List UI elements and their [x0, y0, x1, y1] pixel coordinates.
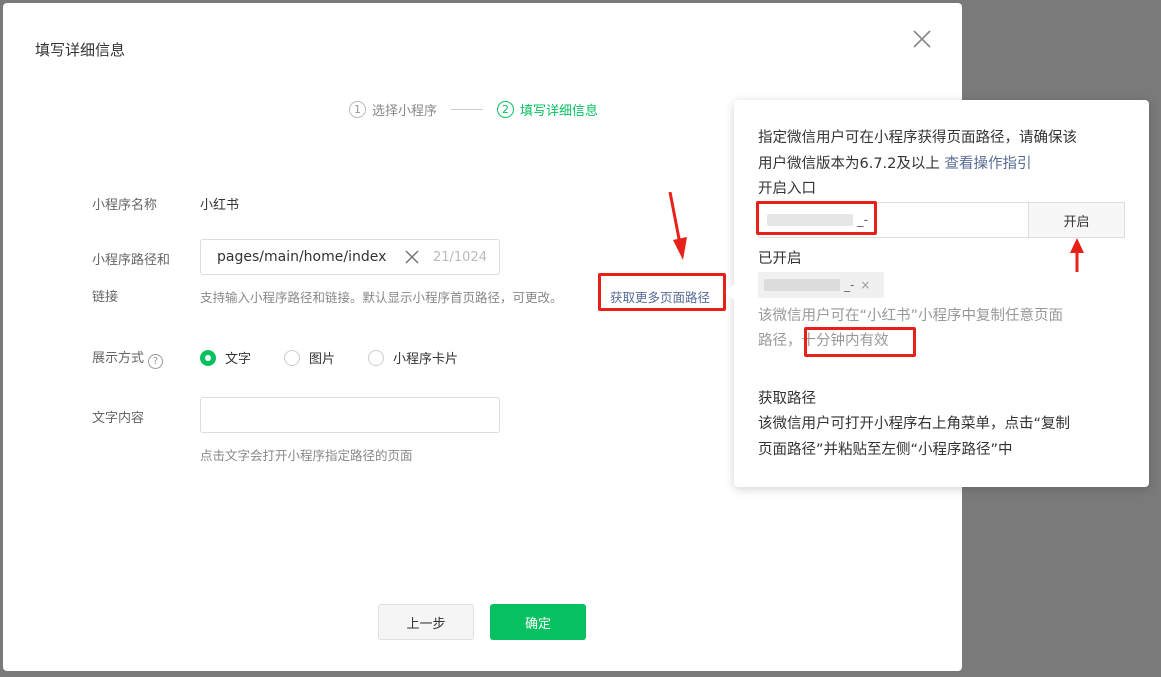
name-value: 小红书 [200, 198, 240, 213]
name-label: 小程序名称 [92, 198, 158, 213]
annotation-box-more-paths [598, 273, 726, 311]
annotation-arrow-up-icon [1070, 238, 1084, 272]
radio-image-label: 图片 [309, 352, 336, 367]
path-input-value: pages/main/home/index [217, 249, 387, 265]
radio-text[interactable]: 文字 [200, 348, 251, 367]
get-path-line2: 页面路径”并粘贴至左侧“小程序路径”中 [758, 442, 1013, 458]
step-fill-details: 2 填写详细信息 [497, 100, 598, 119]
open-button[interactable]: 开启 [1028, 202, 1125, 238]
prev-step-button[interactable]: 上一步 [378, 604, 474, 640]
text-content-hint: 点击文字会打开小程序指定路径的页面 [200, 448, 413, 463]
entry-title: 开启入口 [758, 181, 816, 197]
path-input[interactable]: pages/main/home/index 21/1024 [200, 239, 500, 275]
radio-text-label: 文字 [225, 352, 252, 367]
text-content-input[interactable] [200, 397, 500, 433]
path-hint-text: 支持输入小程序路径和链接。默认显示小程序首页路径，可更改。 [200, 290, 563, 305]
enabled-user-tag: _- × [758, 272, 884, 298]
path-hint: 支持输入小程序路径和链接。默认显示小程序首页路径，可更改。 [200, 287, 563, 306]
enabled-user-tag-suffix: _- [844, 278, 855, 292]
step-1-number: 1 [349, 101, 366, 118]
radio-card-label: 小程序卡片 [393, 352, 459, 367]
get-path-title: 获取路径 [758, 391, 816, 407]
popover-intro-line2: 用户微信版本为6.7.2及以上 查看操作指引 [758, 151, 1032, 177]
enabled-title: 已开启 [758, 251, 802, 267]
text-content-label: 文字内容 [92, 411, 145, 426]
enabled-desc-line1: 该微信用户可在“小红书”小程序中复制任意页面 [758, 308, 1064, 324]
path-permission-popover: 指定微信用户可在小程序获得页面路径，请确保该 用户微信版本为6.7.2及以上 查… [725, 100, 1149, 487]
confirm-button[interactable]: 确定 [490, 604, 586, 640]
annotation-box-validity [804, 327, 916, 357]
redacted-username [764, 279, 840, 291]
steps: 1 选择小程序 2 填写详细信息 [349, 100, 598, 119]
display-mode-radios: 文字 图片 小程序卡片 [200, 348, 491, 367]
radio-card-circle [368, 349, 385, 366]
radio-text-circle [200, 349, 216, 366]
enabled-desc-prefix: 路径， [758, 333, 802, 349]
clear-icon[interactable] [405, 250, 419, 264]
annotation-arrow-down-icon [668, 192, 687, 260]
path-label-line1: 小程序路径和 [92, 253, 171, 268]
dialog-title: 填写详细信息 [35, 41, 126, 59]
radio-card[interactable]: 小程序卡片 [368, 348, 458, 367]
step-2-label: 填写详细信息 [520, 104, 599, 119]
path-char-counter: 21/1024 [432, 249, 487, 265]
display-label: 展示方式? [92, 347, 164, 369]
popover-intro-line1: 指定微信用户可在小程序获得页面路径，请确保该 [758, 130, 1077, 146]
path-label-line2: 链接 [92, 290, 119, 305]
step-2-number: 2 [497, 101, 515, 118]
step-divider [451, 109, 484, 110]
step-1-label: 选择小程序 [372, 104, 438, 119]
radio-image-circle [284, 349, 301, 366]
get-path-line1: 该微信用户可打开小程序右上角菜单，点击“复制 [758, 416, 1071, 432]
view-guide-link[interactable]: 查看操作指引 [945, 156, 1032, 172]
popover-intro-line2-text: 用户微信版本为6.7.2及以上 [758, 156, 940, 172]
help-icon[interactable]: ? [148, 354, 164, 369]
close-icon[interactable] [911, 28, 933, 50]
radio-image[interactable]: 图片 [284, 348, 335, 367]
annotation-box-user-input [756, 201, 877, 235]
display-label-text: 展示方式 [92, 351, 145, 366]
step-select-miniprogram: 1 选择小程序 [349, 100, 437, 119]
remove-user-icon[interactable]: × [860, 278, 870, 292]
